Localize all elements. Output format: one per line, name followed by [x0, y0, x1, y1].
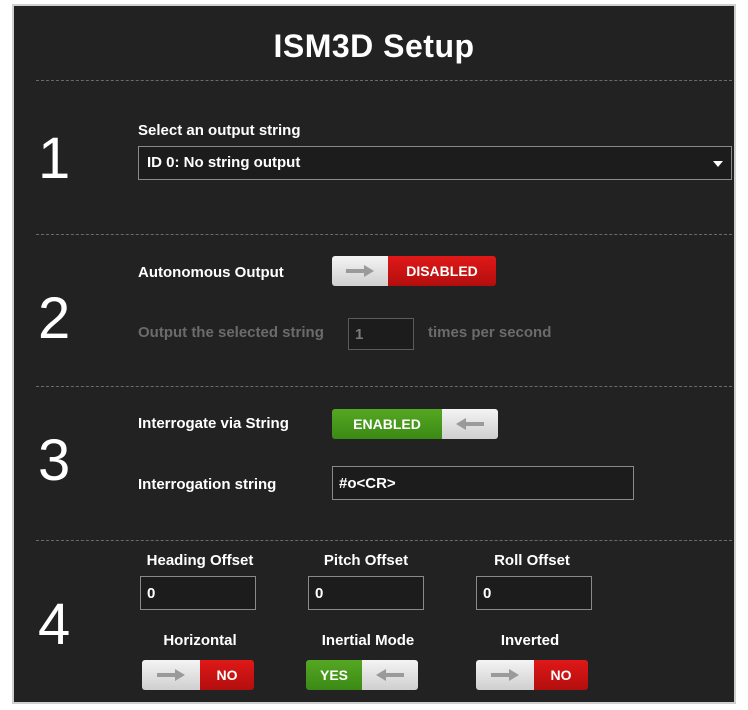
rate-prefix-label: Output the selected string [138, 324, 324, 341]
toggle-handle [362, 660, 418, 690]
inertial-mode-label: Inertial Mode [321, 632, 415, 649]
divider [36, 234, 732, 235]
toggle-handle [332, 256, 388, 286]
divider [36, 80, 732, 81]
toggle-handle [442, 409, 498, 439]
step-number-3: 3 [38, 428, 71, 493]
output-string-value: ID 0: No string output [147, 154, 301, 171]
output-string-label: Select an output string [138, 122, 301, 139]
autonomous-output-toggle[interactable]: DISABLED [332, 256, 496, 286]
output-rate-input[interactable] [348, 318, 414, 350]
pitch-offset-label: Pitch Offset [323, 552, 409, 569]
divider [36, 386, 732, 387]
horizontal-state: NO [200, 660, 254, 690]
inertial-mode-toggle[interactable]: YES [306, 660, 418, 690]
inverted-label: Inverted [500, 632, 560, 649]
output-string-dropdown[interactable]: ID 0: No string output [138, 146, 732, 180]
interrogation-string-input[interactable] [332, 466, 634, 500]
inverted-state: NO [534, 660, 588, 690]
interrogation-string-label: Interrogation string [138, 476, 277, 493]
dropdown-caret-icon [713, 161, 723, 167]
horizontal-toggle[interactable]: NO [142, 660, 254, 690]
autonomous-output-state: DISABLED [388, 256, 496, 286]
inertial-mode-state: YES [306, 660, 362, 690]
arrow-right-icon [491, 669, 519, 681]
arrow-right-icon [157, 669, 185, 681]
interrogate-via-string-label: Interrogate via String [138, 415, 289, 432]
interrogate-state: ENABLED [332, 409, 442, 439]
arrow-right-icon [346, 265, 374, 277]
inverted-toggle[interactable]: NO [476, 660, 588, 690]
heading-offset-label: Heading Offset [146, 552, 254, 569]
toggle-handle [476, 660, 534, 690]
rate-suffix-label: times per second [428, 324, 552, 341]
autonomous-output-label: Autonomous Output [138, 264, 284, 281]
arrow-left-icon [456, 418, 484, 430]
page-title: ISM3D Setup [273, 28, 475, 64]
interrogate-via-string-toggle[interactable]: ENABLED [332, 409, 498, 439]
setup-panel: ISM3D Setup 1 Select an output string ID… [12, 4, 736, 704]
step-number-4: 4 [38, 592, 71, 657]
step-number-2: 2 [38, 286, 71, 351]
horizontal-label: Horizontal [163, 632, 237, 649]
arrow-left-icon [376, 669, 404, 681]
step-number-1: 1 [38, 126, 71, 191]
roll-offset-label: Roll Offset [494, 552, 570, 569]
heading-offset-input[interactable] [140, 576, 256, 610]
roll-offset-input[interactable] [476, 576, 592, 610]
divider [36, 540, 732, 541]
pitch-offset-input[interactable] [308, 576, 424, 610]
toggle-handle [142, 660, 200, 690]
